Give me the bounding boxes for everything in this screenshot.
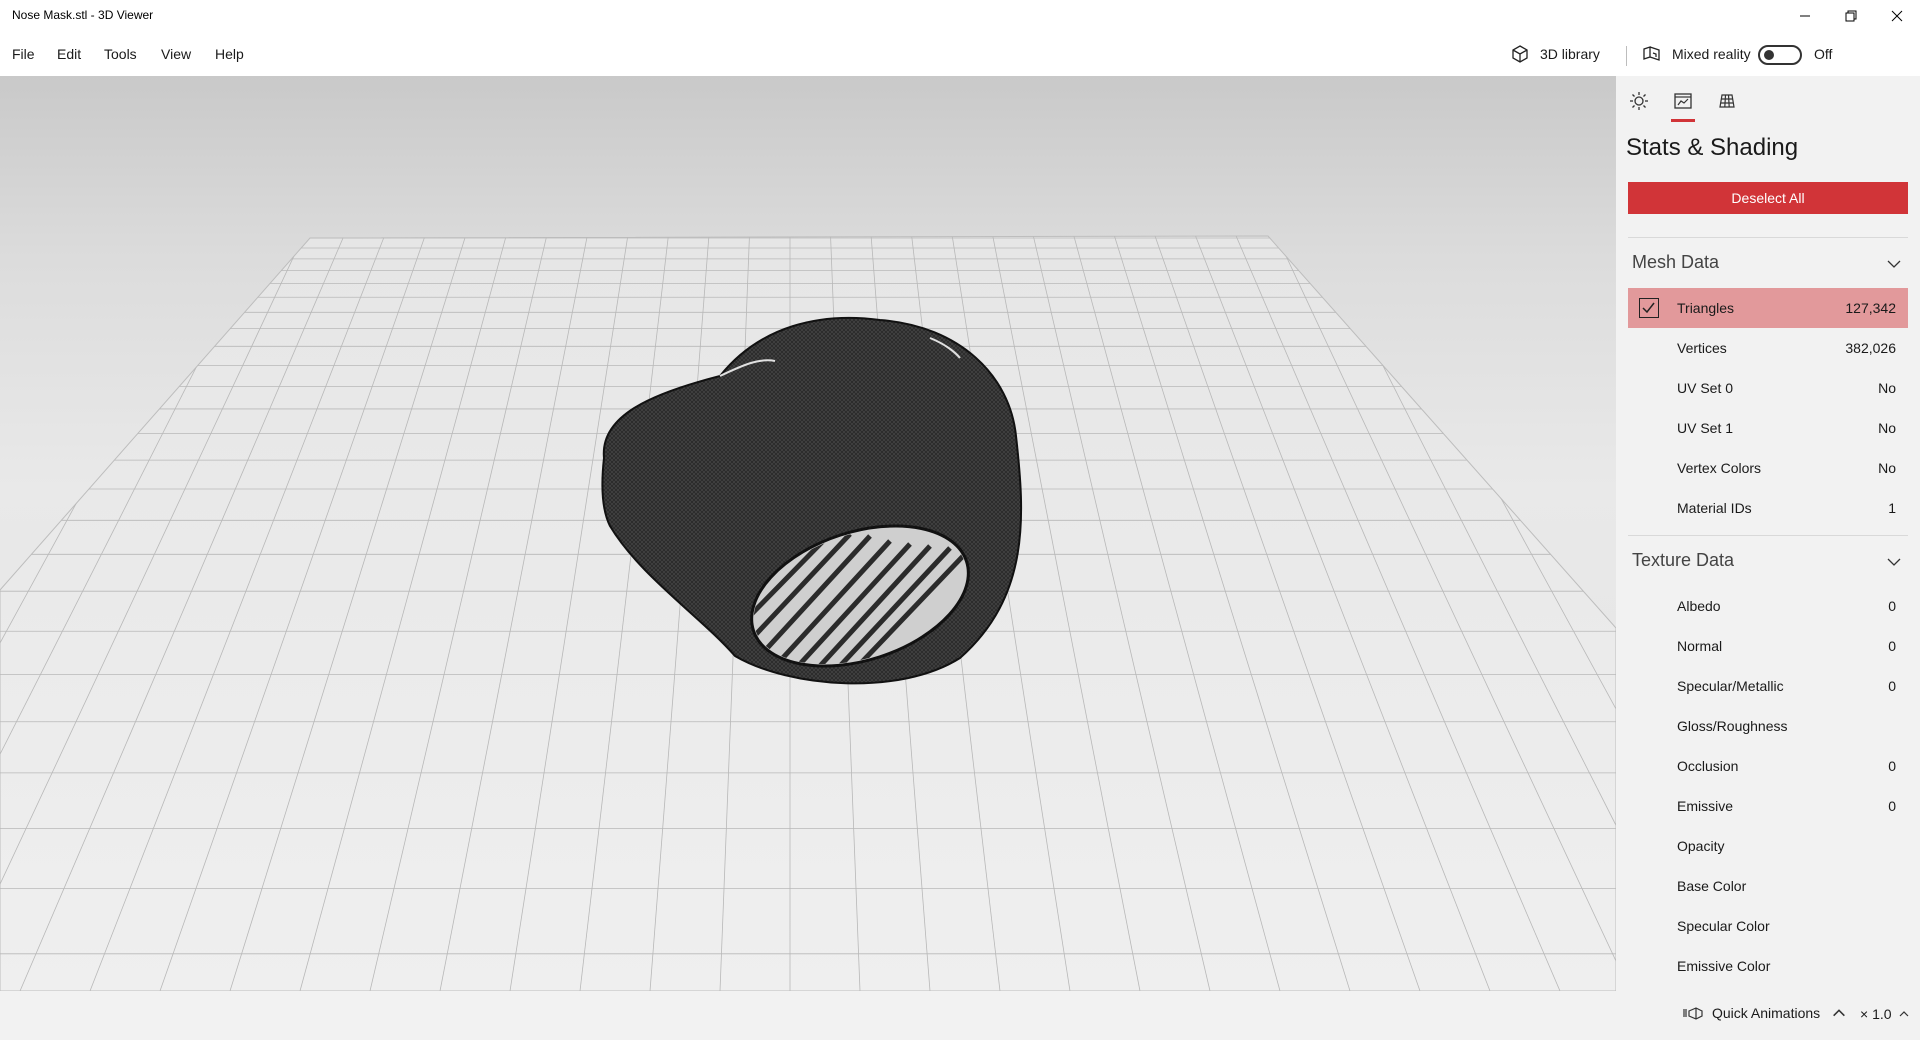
restore-button[interactable] [1828, 0, 1874, 32]
checkmark-icon [1642, 302, 1655, 314]
restore-icon [1845, 10, 1857, 22]
3d-viewport[interactable] [0, 76, 1616, 991]
animation-icon [1683, 1007, 1703, 1020]
stat-label: Specular/Metallic [1677, 678, 1784, 694]
menu-view[interactable]: View [161, 46, 191, 62]
sun-icon [1630, 92, 1648, 110]
checkbox[interactable] [1639, 298, 1659, 318]
chevron-up-icon [1833, 1009, 1846, 1017]
toolbar-divider [1626, 46, 1627, 66]
mixed-reality-toggle[interactable] [1758, 45, 1802, 65]
stat-value: 0 [1888, 598, 1896, 614]
stat-label: UV Set 0 [1677, 380, 1734, 396]
stat-label: Occlusion [1677, 758, 1739, 774]
stat-row[interactable]: Vertex Colors No [1628, 448, 1908, 488]
stat-label: Opacity [1677, 838, 1725, 854]
divider [1628, 535, 1908, 536]
chevron-up-icon [1899, 1011, 1908, 1017]
stat-row[interactable]: Emissive 0 [1628, 786, 1908, 826]
stat-label: Triangles [1677, 300, 1735, 316]
stat-value: 382,026 [1845, 340, 1896, 356]
grid-icon [1719, 94, 1735, 108]
stat-row[interactable]: Vertices 382,026 [1628, 328, 1908, 368]
stat-value: No [1878, 460, 1896, 476]
window-title: Nose Mask.stl - 3D Viewer [12, 8, 154, 22]
minimize-icon [1800, 15, 1810, 17]
mixed-reality-button[interactable]: Mixed reality [1642, 43, 1751, 65]
stat-row[interactable]: Normal 0 [1628, 626, 1908, 666]
stat-row[interactable]: Emissive Color [1628, 946, 1908, 986]
animation-speed-value: × 1.0 [1860, 1006, 1892, 1022]
title-bar: Nose Mask.stl - 3D Viewer [0, 0, 1920, 32]
stat-value: 1 [1888, 500, 1896, 516]
tab-lighting[interactable] [1624, 86, 1654, 116]
mixed-reality-icon [1643, 46, 1660, 61]
stat-value: No [1878, 380, 1896, 396]
stat-value: 0 [1888, 638, 1896, 654]
stat-row[interactable]: Specular Color [1628, 906, 1908, 946]
chevron-down-icon[interactable] [1886, 554, 1902, 570]
quick-animations-button[interactable]: Quick Animations [1682, 1005, 1850, 1021]
stat-row[interactable]: Material IDs 1 [1628, 488, 1908, 528]
deselect-all-button[interactable]: Deselect All [1628, 182, 1908, 214]
stat-label: Vertex Colors [1677, 460, 1762, 476]
tab-grid[interactable] [1712, 86, 1742, 116]
stat-row[interactable]: Base Color [1628, 866, 1908, 906]
menu-bar: File Edit Tools View Help 3D library Mix… [0, 38, 1920, 70]
stat-label: Specular Color [1677, 918, 1770, 934]
stats-icon [1674, 93, 1692, 109]
stat-label: Normal [1677, 638, 1723, 654]
close-icon [1891, 10, 1903, 22]
stat-value: 0 [1888, 798, 1896, 814]
stat-row[interactable]: UV Set 0 No [1628, 368, 1908, 408]
stat-row[interactable]: Gloss/Roughness [1628, 706, 1908, 746]
chevron-down-icon[interactable] [1886, 256, 1902, 272]
stat-label: Vertices [1677, 340, 1727, 356]
panel-title: Stats & Shading [1626, 134, 1799, 161]
texture-data-header[interactable]: Texture Data [1632, 550, 1734, 571]
stat-row[interactable]: UV Set 1 No [1628, 408, 1908, 448]
stat-label: UV Set 1 [1677, 420, 1734, 436]
close-button[interactable] [1874, 0, 1920, 32]
animation-speed-button[interactable]: × 1.0 [1860, 1006, 1910, 1022]
tab-stats[interactable] [1668, 86, 1698, 122]
stat-label: Albedo [1677, 598, 1721, 614]
3d-library-label: 3D library [1540, 46, 1600, 62]
status-bar: Quick Animations × 1.0 [0, 991, 1920, 1040]
stat-row[interactable]: Occlusion 0 [1628, 746, 1908, 786]
menu-file[interactable]: File [12, 46, 35, 62]
menu-tools[interactable]: Tools [104, 46, 137, 62]
menu-edit[interactable]: Edit [57, 46, 81, 62]
stat-label: Emissive Color [1677, 958, 1771, 974]
viewport-canvas[interactable] [0, 76, 1616, 991]
stat-value: 0 [1888, 758, 1896, 774]
stat-label: Gloss/Roughness [1677, 718, 1788, 734]
3d-library-button[interactable]: 3D library [1510, 43, 1600, 65]
stat-row[interactable]: Triangles 127,342 [1628, 288, 1908, 328]
stats-panel: Stats & Shading Deselect All Mesh Data T… [1616, 76, 1920, 991]
stat-label: Base Color [1677, 878, 1747, 894]
mixed-reality-state: Off [1814, 46, 1833, 62]
mixed-reality-label: Mixed reality [1672, 46, 1751, 62]
stat-value: 127,342 [1845, 300, 1896, 316]
stat-label: Emissive [1677, 798, 1734, 814]
stat-label: Material IDs [1677, 500, 1752, 516]
menu-help[interactable]: Help [215, 46, 244, 62]
minimize-button[interactable] [1782, 0, 1828, 32]
stat-value: 0 [1888, 678, 1896, 694]
stat-row[interactable]: Opacity [1628, 826, 1908, 866]
cube-icon [1512, 45, 1528, 63]
divider [1628, 237, 1908, 238]
stat-value: No [1878, 420, 1896, 436]
mesh-data-header[interactable]: Mesh Data [1632, 252, 1719, 273]
stat-row[interactable]: Albedo 0 [1628, 586, 1908, 626]
stat-row[interactable]: Specular/Metallic 0 [1628, 666, 1908, 706]
quick-animations-label: Quick Animations [1712, 1005, 1821, 1021]
toggle-knob [1764, 50, 1774, 60]
